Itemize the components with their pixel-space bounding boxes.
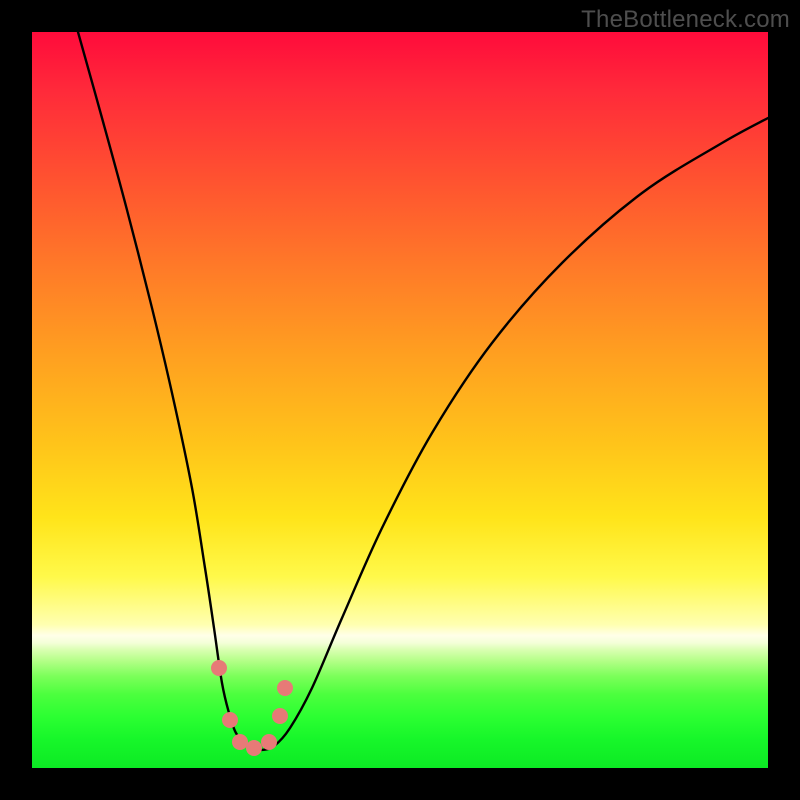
trough-marker	[277, 680, 293, 696]
trough-marker	[222, 712, 238, 728]
chart-svg	[32, 32, 768, 768]
watermark-text: TheBottleneck.com	[581, 6, 790, 34]
bottleneck-curve	[78, 32, 768, 750]
chart-plot-area	[32, 32, 768, 768]
trough-marker	[272, 708, 288, 724]
trough-marker	[261, 734, 277, 750]
trough-marker	[211, 660, 227, 676]
trough-marker	[232, 734, 248, 750]
trough-marker	[246, 740, 262, 756]
chart-frame: TheBottleneck.com	[0, 0, 800, 800]
